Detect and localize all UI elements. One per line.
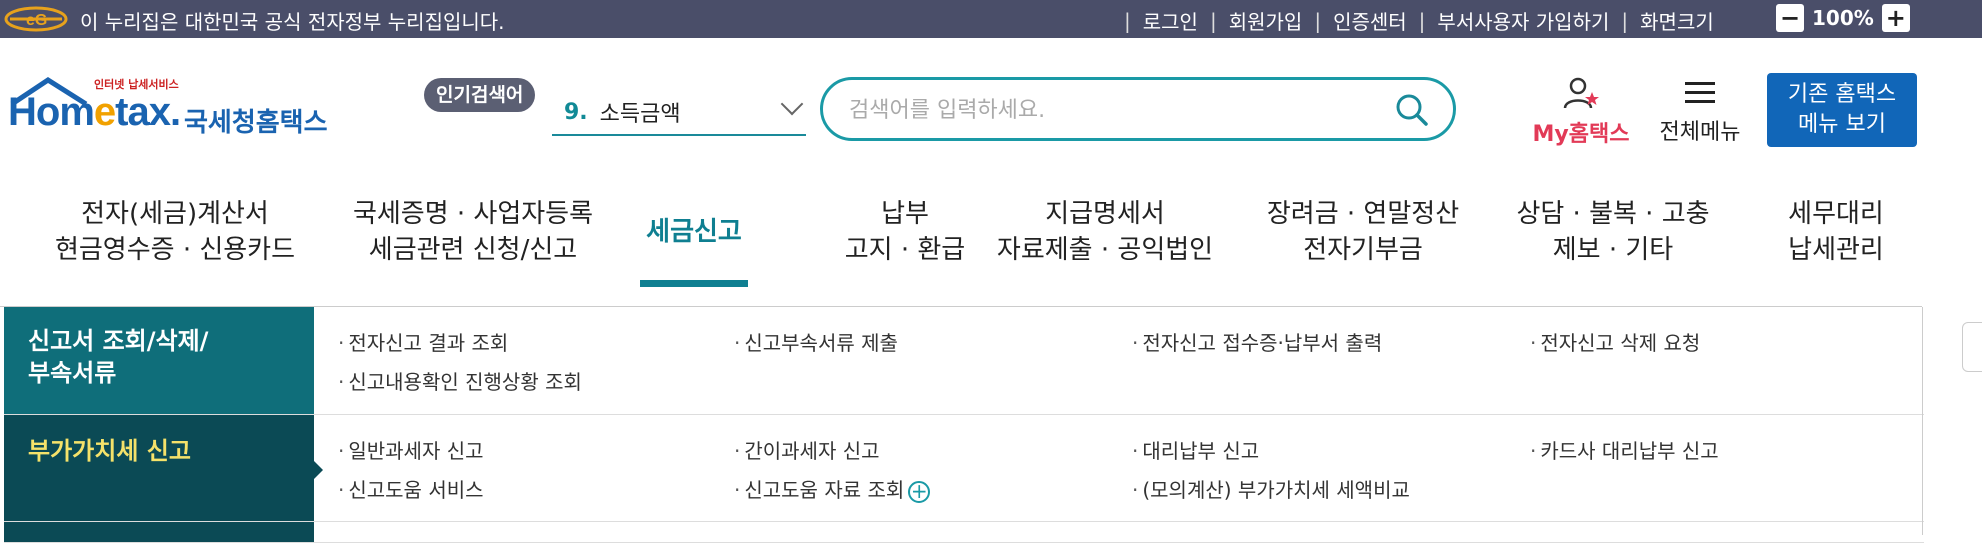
screen-size-label: 화면크기 xyxy=(1640,10,1714,34)
popular-term: 소득금액 xyxy=(599,102,681,127)
submenu-link[interactable]: 카드사 대리납부 신고 xyxy=(1530,435,1718,464)
zoom-in-button[interactable]: + xyxy=(1881,4,1910,32)
logo-wordmark: Hometax. xyxy=(8,90,181,134)
hamburger-menu-icon xyxy=(1685,82,1715,103)
submenu-link[interactable]: (모의계산) 부가가치세 세액비교 xyxy=(1132,474,1410,503)
nav-e-invoice[interactable]: 전자(세금)계산서 현금영수증 · 신용카드 xyxy=(30,196,320,268)
submenu-link[interactable]: 전자신고 접수증·납부서 출력 xyxy=(1132,327,1382,356)
nav-tax-filing[interactable]: 세금신고 xyxy=(630,214,758,250)
submenu-link[interactable]: 신고도움 자료 조회+ xyxy=(734,474,931,503)
nav-tax-certificate[interactable]: 국세증명 · 사업자등록 세금관련 신청/신고 xyxy=(328,196,618,268)
submenu-category-vat[interactable]: 부가가치세 신고 xyxy=(4,415,314,521)
search-input[interactable] xyxy=(847,90,1371,130)
popular-search-select[interactable]: 9. 소득금액 xyxy=(552,90,806,136)
popular-search-badge: 인기검색어 xyxy=(424,78,536,112)
zoom-control: − 100% + xyxy=(1776,4,1910,32)
submenu-link[interactable]: 전자신고 삭제 요청 xyxy=(1530,327,1700,356)
nav-payment-statement[interactable]: 지급명세서 자료제출 · 공익법인 xyxy=(990,196,1220,268)
chevron-down-icon xyxy=(780,92,804,116)
submenu-category-return-inquiry[interactable]: 신고서 조회/삭제/ 부속서류 xyxy=(4,307,314,414)
signup-link[interactable]: 회원가입 xyxy=(1229,6,1303,35)
gov-banner: eG 이 누리집은 대한민국 공식 전자정부 누리집입니다. | 로그인 | 회… xyxy=(0,0,1982,38)
dept-user-signup-link[interactable]: 부서사용자 가입하기 xyxy=(1437,6,1609,35)
hometax-logo[interactable]: 인터넷 납세서비스 Hometax. 국세청홈택스 xyxy=(8,76,328,148)
popular-rank: 9. xyxy=(564,99,588,125)
active-row-arrow-icon xyxy=(314,461,323,479)
submenu-row xyxy=(4,522,1924,543)
all-menu-label: 전체메뉴 xyxy=(1659,120,1741,145)
submenu-row: 신고서 조회/삭제/ 부속서류 전자신고 결과 조회 신고부속서류 제출 전자신… xyxy=(4,307,1924,415)
submenu-link[interactable]: 전자신고 결과 조회 xyxy=(338,327,508,356)
zoom-out-button[interactable]: − xyxy=(1776,4,1804,32)
my-hometax-button[interactable]: My홈택스 xyxy=(1526,76,1636,148)
active-tab-indicator xyxy=(640,280,748,287)
submenu-link[interactable]: 신고도움 서비스 xyxy=(338,474,483,503)
cert-center-link[interactable]: 인증센터 xyxy=(1333,6,1407,35)
submenu-link[interactable]: 간이과세자 신고 xyxy=(734,435,879,464)
nav-tax-agent[interactable]: 세무대리 납세관리 xyxy=(1766,196,1906,268)
user-star-icon xyxy=(1563,77,1599,109)
login-link[interactable]: 로그인 xyxy=(1143,6,1198,35)
nav-consult-appeal[interactable]: 상담 · 불복 · 고충 제보 · 기타 xyxy=(1498,196,1728,268)
submenu-right-border xyxy=(1922,307,1923,535)
side-floating-tab[interactable] xyxy=(1962,322,1982,372)
svg-text:eG: eG xyxy=(26,12,47,29)
utility-links: | 로그인 | 회원가입 | 인증센터 | 부서사용자 가입하기 | 화면크기 xyxy=(1112,6,1714,35)
nav-payment[interactable]: 납부 고지 · 환급 xyxy=(790,196,1020,268)
legacy-menu-button[interactable]: 기존 홈택스 메뉴 보기 xyxy=(1767,73,1917,147)
egov-logo-icon: eG xyxy=(4,6,68,32)
submenu-link[interactable]: 대리납부 신고 xyxy=(1132,435,1259,464)
nav-incentive-yearend[interactable]: 장려금 · 연말정산 전자기부금 xyxy=(1248,196,1478,268)
submenu-link[interactable]: 일반과세자 신고 xyxy=(338,435,483,464)
tax-filing-submenu: 신고서 조회/삭제/ 부속서류 전자신고 결과 조회 신고부속서류 제출 전자신… xyxy=(4,307,1924,543)
submenu-link[interactable]: 신고내용확인 진행상황 조회 xyxy=(338,366,582,395)
submenu-link[interactable]: 신고부속서류 제출 xyxy=(734,327,898,356)
main-nav: 전자(세금)계산서 현금영수증 · 신용카드 국세증명 · 사업자등록 세금관련 신… xyxy=(0,196,1982,292)
search-icon[interactable] xyxy=(1395,93,1429,127)
search-box xyxy=(820,77,1456,141)
zoom-value: 100% xyxy=(1812,6,1874,30)
submenu-row: 부가가치세 신고 일반과세자 신고 간이과세자 신고 대리납부 신고 카드사 대… xyxy=(4,415,1924,522)
logo-name: 국세청홈택스 xyxy=(184,108,328,138)
submenu-category-next xyxy=(4,522,314,542)
expand-plus-icon[interactable]: + xyxy=(908,480,931,503)
my-hometax-label: My홈택스 xyxy=(1532,122,1630,147)
gov-notice: 이 누리집은 대한민국 공식 전자정부 누리집입니다. xyxy=(80,10,505,34)
all-menu-button[interactable]: 전체메뉴 xyxy=(1652,80,1748,146)
